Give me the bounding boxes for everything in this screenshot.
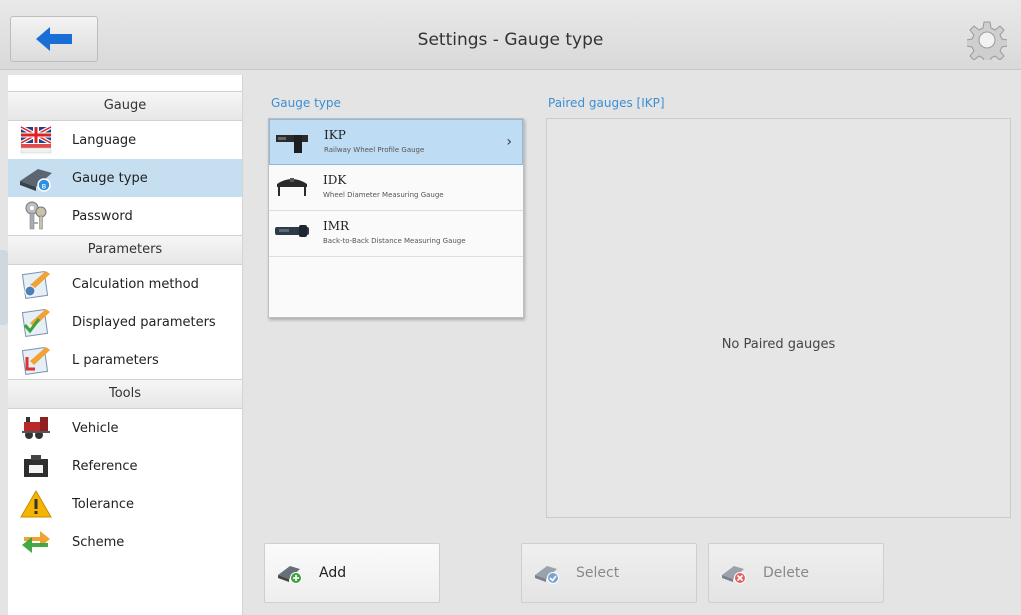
- calc-checklist-icon: [18, 269, 54, 299]
- sidebar-item-label: Gauge type: [72, 170, 148, 186]
- locomotive-icon: [18, 413, 54, 443]
- checklist-icon: [18, 307, 54, 337]
- gauge-description: Railway Wheel Profile Gauge: [324, 146, 425, 154]
- page-title: Settings - Gauge type: [417, 30, 604, 50]
- l-checklist-icon: [18, 345, 54, 375]
- list-item-imr[interactable]: IMR Back-to-Back Distance Measuring Gaug…: [269, 211, 523, 257]
- sidebar-item-reference[interactable]: Reference: [8, 447, 242, 485]
- add-button-label: Add: [319, 565, 347, 581]
- select-gauge-icon: [532, 560, 562, 586]
- sidebar-item-label: Vehicle: [72, 420, 119, 436]
- section-header-gauge: Gauge: [8, 91, 242, 121]
- sidebar-item-displayed-parameters[interactable]: Displayed parameters: [8, 303, 242, 341]
- list-item-ikp[interactable]: IKP Railway Wheel Profile Gauge ›: [269, 119, 523, 165]
- gauge-type-list: IKP Railway Wheel Profile Gauge › IDK Wh…: [268, 118, 524, 318]
- chevron-right-icon: ›: [506, 134, 512, 150]
- sidebar-item-label: Displayed parameters: [72, 314, 216, 330]
- warning-icon: [18, 489, 54, 519]
- sidebar-item-language[interactable]: Language: [8, 121, 242, 159]
- gauge-name: IDK: [323, 173, 347, 187]
- add-gauge-icon: [275, 560, 305, 586]
- gauge-type-label: Gauge type: [271, 96, 341, 110]
- sidebar-item-label: L parameters: [72, 352, 159, 368]
- imr-gauge-icon: [271, 211, 313, 251]
- delete-button-label: Delete: [763, 565, 809, 581]
- uk-flag-icon: [18, 125, 54, 155]
- sidebar-handle[interactable]: [0, 250, 8, 325]
- delete-gauge-icon: [719, 560, 749, 586]
- idk-gauge-icon: [271, 165, 313, 205]
- title-bar: Settings - Gauge type: [0, 0, 1021, 70]
- reference-block-icon: [18, 451, 54, 481]
- section-header-tools: Tools: [8, 379, 242, 409]
- sidebar-item-password[interactable]: Password: [8, 197, 242, 235]
- section-header-parameters: Parameters: [8, 235, 242, 265]
- add-button[interactable]: Add: [264, 543, 440, 603]
- select-button[interactable]: Select: [521, 543, 697, 603]
- sidebar: Gauge Language ʙ Gauge type Password Par…: [8, 75, 243, 615]
- sidebar-item-calculation-method[interactable]: Calculation method: [8, 265, 242, 303]
- gauge-description: Wheel Diameter Measuring Gauge: [323, 191, 444, 199]
- sidebar-item-tolerance[interactable]: Tolerance: [8, 485, 242, 523]
- sidebar-item-label: Tolerance: [72, 496, 134, 512]
- select-button-label: Select: [576, 565, 620, 581]
- ikp-gauge-icon: [272, 120, 314, 160]
- sidebar-item-label: Scheme: [72, 534, 125, 550]
- sidebar-item-label: Password: [72, 208, 133, 224]
- svg-text:ʙ: ʙ: [42, 182, 47, 191]
- sidebar-item-scheme[interactable]: Scheme: [8, 523, 242, 561]
- delete-button[interactable]: Delete: [708, 543, 884, 603]
- sidebar-item-label: Reference: [72, 458, 138, 474]
- sidebar-item-vehicle[interactable]: Vehicle: [8, 409, 242, 447]
- gauge-name: IMR: [323, 219, 350, 233]
- paired-gauges-panel: No Paired gauges: [546, 118, 1011, 518]
- gauge-device-icon: ʙ: [18, 163, 54, 193]
- sidebar-item-gauge-type[interactable]: ʙ Gauge type: [8, 159, 242, 197]
- paired-gauges-label: Paired gauges [IKP]: [548, 96, 665, 110]
- sidebar-item-label: Language: [72, 132, 137, 148]
- keys-icon: [18, 201, 54, 231]
- gear-icon[interactable]: [967, 20, 1007, 60]
- list-item-idk[interactable]: IDK Wheel Diameter Measuring Gauge: [269, 165, 523, 211]
- gauge-name: IKP: [324, 128, 346, 142]
- empty-state-text: No Paired gauges: [721, 337, 836, 352]
- sidebar-item-label: Calculation method: [72, 276, 199, 292]
- gauge-description: Back-to-Back Distance Measuring Gauge: [323, 237, 466, 245]
- sidebar-item-l-parameters[interactable]: L parameters: [8, 341, 242, 379]
- swap-arrows-icon: [18, 527, 54, 557]
